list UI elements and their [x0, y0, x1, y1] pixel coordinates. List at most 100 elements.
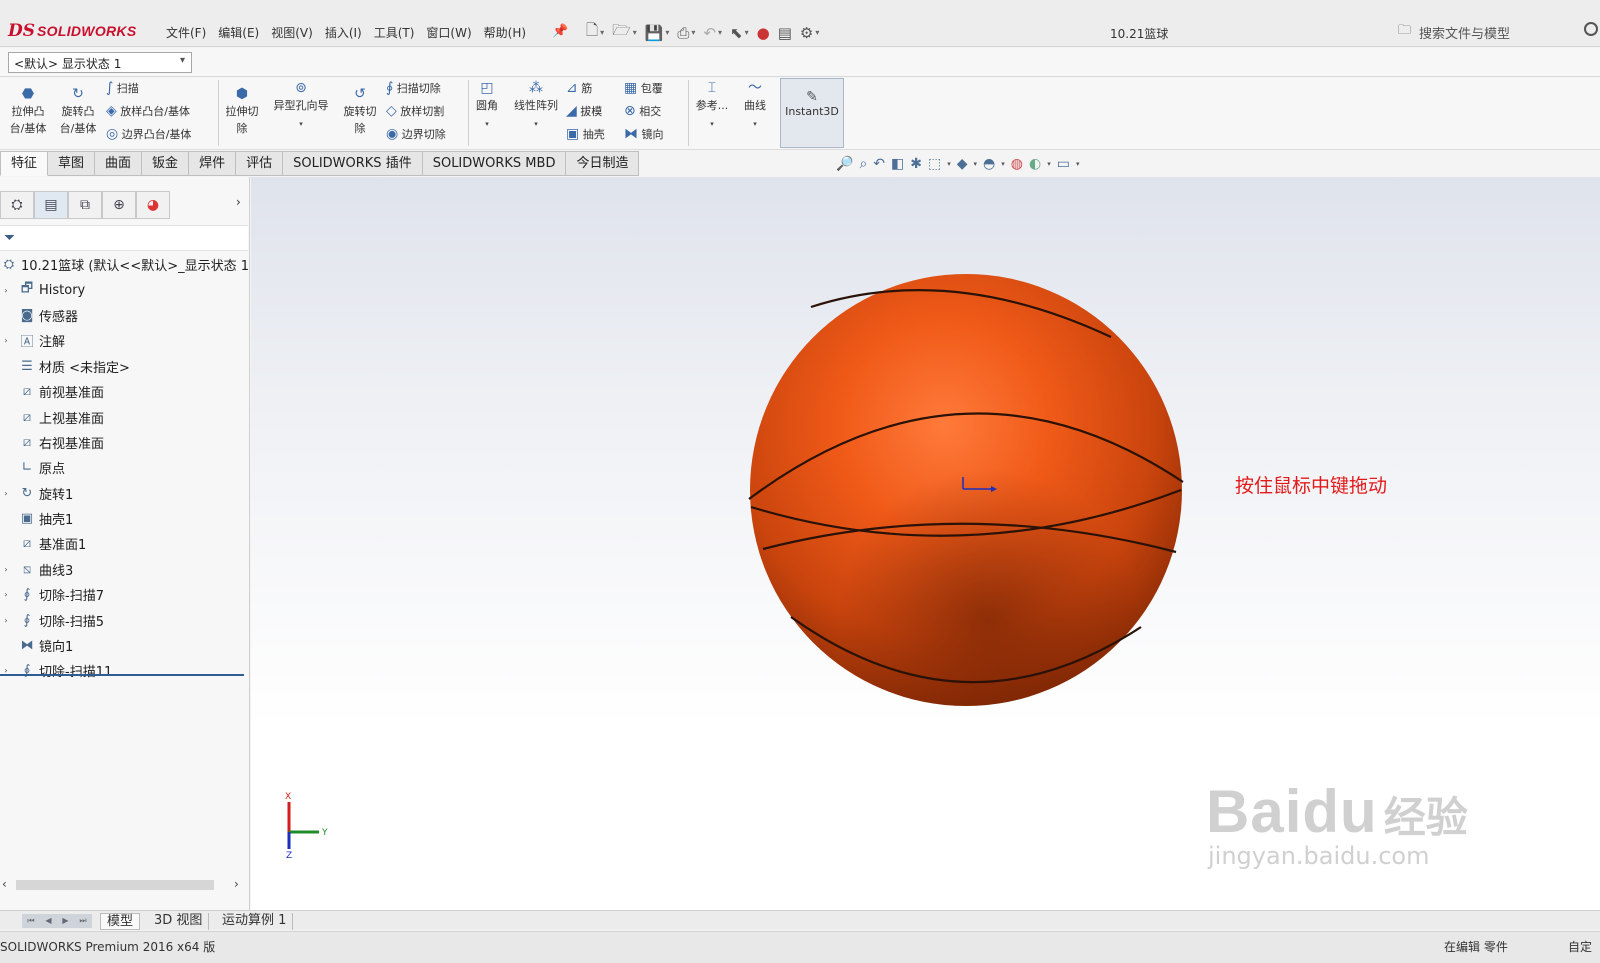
tree-horizontal-scrollbar[interactable]: ‹ › — [0, 877, 244, 893]
shell-button[interactable]: ▣ 抽壳 — [566, 126, 605, 143]
tree-item-cut-sweep5[interactable]: › ∮ 切除-扫描5 — [0, 607, 250, 632]
previous-view-icon[interactable]: ↶ — [873, 156, 885, 172]
expand-arrow-icon[interactable]: › — [1, 286, 11, 295]
more-tabs-arrow-icon[interactable]: › — [236, 195, 241, 209]
view-settings-icon[interactable]: ▭ — [1057, 156, 1070, 172]
swept-cut-button[interactable]: ∮ 扫描切除 — [386, 80, 441, 97]
rib-button[interactable]: ⊿ 筋 — [566, 80, 592, 97]
draft-button[interactable]: ◢ 拔模 — [566, 103, 602, 120]
instant3d-button[interactable]: ✎ Instant3D — [780, 78, 844, 148]
file-properties-button[interactable]: ▤ — [778, 24, 792, 42]
last-tab-icon[interactable]: ⏭ — [79, 914, 86, 928]
tree-item-revolve1[interactable]: › ↻ 旋转1 — [0, 481, 250, 506]
search-icon[interactable] — [1584, 22, 1598, 36]
section-view-icon[interactable]: ◧ — [891, 156, 904, 172]
sweep-button[interactable]: ∫ 扫描 — [106, 80, 139, 97]
tab-features[interactable]: 特征 — [0, 151, 49, 176]
menu-view[interactable]: 视图(V) — [265, 24, 319, 41]
configurationmanager-tab[interactable]: ⧉ — [68, 191, 102, 219]
intersect-button[interactable]: ⊗ 相交 — [624, 103, 661, 120]
revolve-boss-button[interactable]: ↻ 旋转凸台/基体 — [56, 86, 100, 137]
tab-manufacturing[interactable]: 今日制造 — [566, 151, 640, 176]
graphics-area[interactable]: X Y Z 按住鼠标中键拖动 Baidu 经验 jingyan.baidu.com — [251, 177, 1600, 910]
featuremanager-tab[interactable]: ⛭ — [0, 191, 34, 219]
options-button[interactable]: ⚙ ▾ — [800, 24, 819, 42]
wrap-button[interactable]: ▦ 包覆 — [624, 80, 663, 97]
curves-button[interactable]: 〜 曲线 ▾ — [738, 80, 772, 133]
apply-scene-dropdown-icon[interactable]: ▾ — [1047, 160, 1051, 168]
display-style-icon[interactable]: ◆ — [957, 156, 968, 172]
dimxpertmanager-tab[interactable]: ⊕ — [102, 191, 136, 219]
scrollbar-thumb[interactable] — [16, 880, 214, 890]
next-tab-icon[interactable]: ▶ — [62, 914, 68, 928]
expand-arrow-icon[interactable]: › — [1, 336, 11, 345]
tree-item-material[interactable]: ☰ 材质 <未指定> — [0, 354, 250, 379]
print-button[interactable]: ⎙ ▾ — [677, 24, 695, 42]
display-style-dropdown-icon[interactable]: ▾ — [974, 160, 978, 168]
expand-arrow-icon[interactable]: › — [1, 489, 11, 498]
tree-item-plane1[interactable]: ⧄ 基准面1 — [0, 531, 250, 556]
apply-scene-icon[interactable]: ◐ — [1029, 156, 1041, 172]
save-button[interactable]: 💾 ▾ — [645, 24, 670, 42]
linear-pattern-button[interactable]: ⁂ 线性阵列 ▾ — [510, 80, 562, 133]
mirror-button[interactable]: ⧓ 镜向 — [624, 126, 664, 143]
tab-evaluate[interactable]: 评估 — [236, 151, 284, 176]
zoom-to-area-icon[interactable]: ⌕ — [859, 156, 867, 172]
hide-show-icon[interactable]: ◓ — [983, 156, 995, 172]
view-settings-dropdown-icon[interactable]: ▾ — [1076, 160, 1080, 168]
tab-3d-view[interactable]: 3D 视图 — [148, 913, 210, 930]
search-box[interactable]: 🗀 搜索文件与模型 — [1398, 20, 1598, 44]
solidworks-logo[interactable]: DS SOLIDWORKS — [8, 18, 136, 44]
view-triad[interactable]: X Y Z — [285, 792, 328, 861]
lofted-cut-button[interactable]: ◇ 放样切割 — [386, 103, 444, 120]
rollback-bar[interactable] — [0, 674, 244, 676]
curves-dropdown-icon[interactable]: ▾ — [753, 120, 757, 128]
hole-wizard-dropdown-icon[interactable]: ▾ — [299, 120, 303, 128]
dynamic-annotation-icon[interactable]: ✱ — [910, 156, 922, 172]
undo-button[interactable]: ↶ ▾ — [703, 24, 722, 42]
tree-item-right-plane[interactable]: ⧄ 右视基准面 — [0, 430, 250, 455]
hide-show-dropdown-icon[interactable]: ▾ — [1001, 160, 1005, 168]
linear-pattern-dropdown-icon[interactable]: ▾ — [534, 120, 538, 128]
tab-navigation-arrows[interactable]: ⏮ ◀ ▶ ⏭ — [22, 914, 92, 928]
menu-tools[interactable]: 工具(T) — [368, 24, 421, 41]
tree-item-sensors[interactable]: ◙ 传感器 — [0, 303, 250, 328]
reference-geometry-button[interactable]: ⌶ 参考... ▾ — [692, 80, 732, 133]
expand-arrow-icon[interactable]: › — [1, 565, 11, 574]
tree-item-top-plane[interactable]: ⧄ 上视基准面 — [0, 404, 250, 429]
loft-boss-button[interactable]: ◈ 放样凸台/基体 — [106, 103, 190, 120]
prev-tab-icon[interactable]: ◀ — [45, 914, 51, 928]
tab-weldments[interactable]: 焊件 — [189, 151, 237, 176]
status-custom-units[interactable]: 自定 — [1568, 938, 1592, 955]
revolve-cut-button[interactable]: ↺ 旋转切除 — [340, 86, 380, 137]
tab-sketch[interactable]: 草图 — [48, 151, 96, 176]
tree-item-cut-sweep11[interactable]: › ∮ 切除-扫描11 — [0, 658, 250, 683]
first-tab-icon[interactable]: ⏮ — [27, 914, 34, 928]
tree-item-cut-sweep7[interactable]: › ∮ 切除-扫描7 — [0, 582, 250, 607]
extrude-cut-button[interactable]: ⬢ 拉伸切除 — [222, 86, 262, 137]
tab-model[interactable]: 模型 — [100, 913, 141, 930]
view-orientation-icon[interactable]: ⬚ — [928, 156, 941, 172]
menu-insert[interactable]: 插入(I) — [319, 24, 368, 41]
open-button[interactable]: 🗁 ▾ — [612, 20, 637, 45]
boundary-boss-button[interactable]: ◎ 边界凸台/基体 — [106, 126, 191, 143]
scroll-right-arrow-icon[interactable]: › — [234, 877, 239, 891]
expand-arrow-icon[interactable]: › — [1, 616, 11, 625]
hole-wizard-button[interactable]: ⊚ 异型孔向导 ▾ — [268, 80, 334, 133]
view-orientation-dropdown-icon[interactable]: ▾ — [947, 160, 951, 168]
scroll-left-arrow-icon[interactable]: ‹ — [2, 877, 7, 891]
menu-help[interactable]: 帮助(H) — [478, 24, 532, 41]
tab-solidworks-mbd[interactable]: SOLIDWORKS MBD — [422, 151, 567, 176]
tree-item-front-plane[interactable]: ⧄ 前视基准面 — [0, 379, 250, 404]
menu-window[interactable]: 窗口(W) — [420, 24, 477, 41]
new-document-button[interactable]: 🗋 ▾ — [586, 20, 604, 45]
tree-item-shell1[interactable]: ▣ 抽壳1 — [0, 506, 250, 531]
tab-solidworks-addins[interactable]: SOLIDWORKS 插件 — [283, 151, 423, 176]
tree-item-origin[interactable]: ∟ 原点 — [0, 455, 250, 480]
extrude-boss-button[interactable]: ⬣ 拉伸凸台/基体 — [6, 86, 50, 137]
tree-item-curve3[interactable]: › ⧅ 曲线3 — [0, 557, 250, 582]
boundary-cut-button[interactable]: ◉ 边界切除 — [386, 126, 446, 143]
menu-file[interactable]: 文件(F) — [160, 24, 212, 41]
menu-edit[interactable]: 编辑(E) — [212, 24, 265, 41]
rebuild-button[interactable]: ● — [757, 24, 770, 42]
